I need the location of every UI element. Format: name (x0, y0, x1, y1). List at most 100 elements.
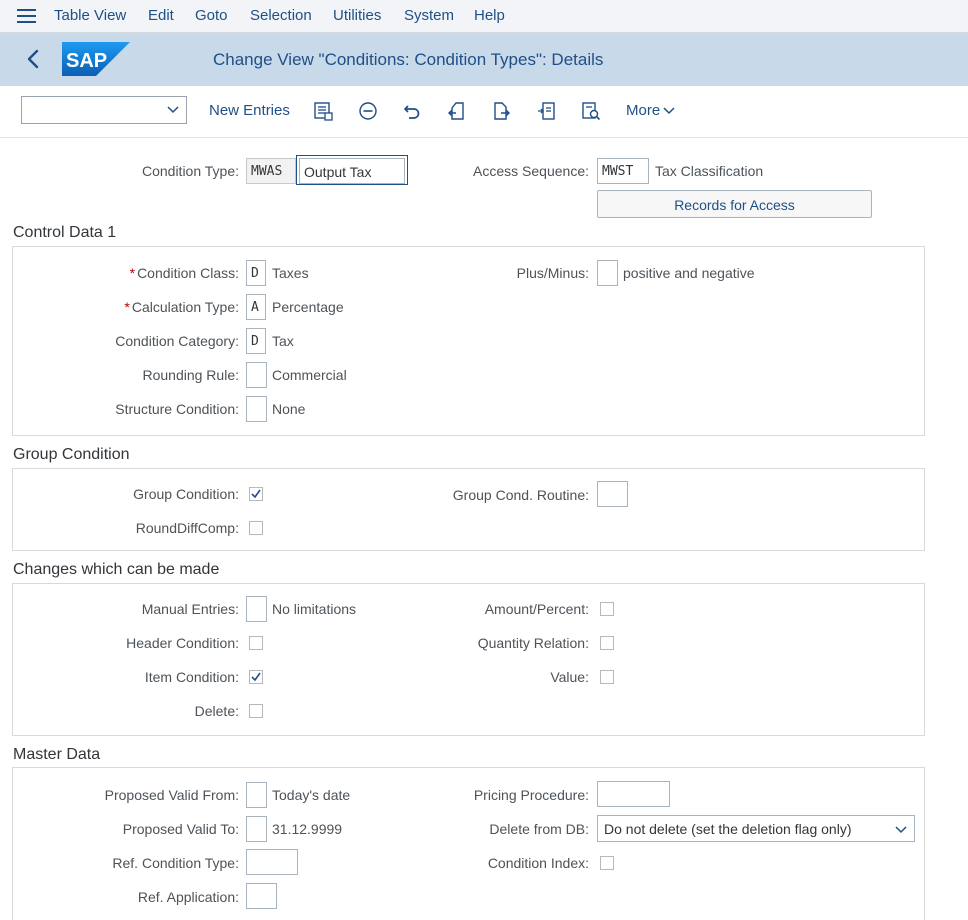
header-condition-label: Header Condition: (126, 635, 239, 651)
previous-entry-icon[interactable] (446, 100, 468, 122)
required-marker: * (124, 299, 130, 315)
header-condition-checkbox[interactable] (249, 636, 263, 650)
delete-label: Delete: (194, 703, 239, 719)
condition-type-code-field: MWAS (246, 158, 296, 184)
section-title-master-data: Master Data (13, 746, 101, 763)
calculation-type-label: * Calculation Type: (124, 299, 239, 315)
menu-edit[interactable]: Edit (148, 7, 174, 24)
condition-type-label: Condition Type: (141, 163, 239, 179)
menu-selection[interactable]: Selection (250, 7, 312, 24)
structure-condition-label: Structure Condition: (115, 401, 239, 417)
pricing-procedure-field[interactable] (597, 781, 670, 807)
ref-condition-type-label: Ref. Condition Type: (112, 855, 239, 871)
condition-index-label: Condition Index: (487, 855, 589, 871)
condition-index-checkbox[interactable] (600, 856, 614, 870)
ref-condition-type-field[interactable] (246, 849, 298, 875)
proposed-valid-to-description: 31.12.9999 (272, 821, 343, 837)
menu-bar: Table View Edit Goto Selection Utilities… (0, 0, 968, 33)
structure-condition-field[interactable] (246, 396, 267, 422)
group-cond-routine-field[interactable] (597, 481, 628, 507)
access-sequence-description: Tax Classification (655, 163, 764, 179)
proposed-valid-to-label: Proposed Valid To: (122, 821, 239, 837)
menu-system[interactable]: System (404, 7, 454, 24)
plus-minus-label: Plus/Minus: (516, 265, 589, 281)
menu-help[interactable]: Help (474, 7, 505, 24)
value-label: Value: (550, 669, 589, 685)
svg-text:SAP: SAP (66, 50, 107, 72)
ref-application-field[interactable] (246, 883, 277, 909)
structure-condition-description: None (272, 401, 306, 417)
proposed-valid-from-label: Proposed Valid From: (104, 787, 239, 803)
condition-class-field[interactable]: D (246, 260, 266, 286)
condition-class-description: Taxes (272, 265, 309, 281)
page-title: Change View "Conditions: Condition Types… (213, 50, 604, 69)
undo-icon[interactable] (401, 100, 423, 122)
chevron-down-icon (663, 107, 675, 115)
more-button[interactable]: More (626, 102, 675, 119)
toolbar: New Entries More (0, 86, 968, 138)
rounding-rule-description: Commercial (272, 367, 347, 383)
round-diff-comp-label: RoundDiffComp: (135, 520, 239, 536)
manual-entries-label: Manual Entries: (141, 601, 239, 617)
section-box-group-condition (12, 468, 925, 551)
group-condition-label: Group Condition: (133, 486, 239, 502)
hamburger-menu-icon[interactable] (17, 9, 36, 23)
title-bar: SAP Change View "Conditions: Condition T… (0, 33, 968, 86)
calculation-type-description: Percentage (272, 299, 344, 315)
back-arrow-icon[interactable] (22, 47, 46, 71)
plus-minus-field[interactable] (597, 260, 618, 286)
toolbar-dropdown[interactable] (21, 96, 187, 124)
condition-category-field[interactable]: D (246, 328, 266, 354)
chevron-down-icon (895, 826, 907, 834)
amount-percent-checkbox[interactable] (600, 602, 614, 616)
item-condition-checkbox[interactable] (249, 670, 263, 684)
menu-utilities[interactable]: Utilities (333, 7, 381, 24)
pricing-procedure-label: Pricing Procedure: (473, 787, 589, 803)
save-list-icon[interactable] (312, 100, 334, 122)
manual-entries-field[interactable] (246, 596, 267, 622)
section-title-control-data: Control Data 1 (13, 224, 117, 241)
rounding-rule-field[interactable] (246, 362, 267, 388)
calculation-type-field[interactable]: A (246, 294, 266, 320)
menu-table-view[interactable]: Table View (54, 7, 126, 24)
proposed-valid-to-field[interactable] (246, 816, 267, 842)
delete-from-db-dropdown[interactable]: Do not delete (set the deletion flag onl… (597, 815, 915, 842)
checkmark-icon (251, 489, 261, 499)
condition-category-description: Tax (272, 333, 294, 349)
quantity-relation-checkbox[interactable] (600, 636, 614, 650)
delete-from-db-label: Delete from DB: (489, 821, 589, 837)
chevron-down-icon (167, 106, 179, 114)
proposed-valid-from-field[interactable] (246, 782, 267, 808)
access-sequence-field[interactable]: MWST (597, 158, 649, 184)
quantity-relation-label: Quantity Relation: (477, 635, 589, 651)
group-condition-checkbox[interactable] (249, 487, 263, 501)
amount-percent-label: Amount/Percent: (484, 601, 589, 617)
section-title-group-condition: Group Condition (13, 446, 130, 463)
search-list-icon[interactable] (580, 100, 602, 122)
checkmark-icon (251, 672, 261, 682)
minus-circle-icon[interactable] (357, 100, 379, 122)
condition-class-label: * Condition Class: (129, 265, 239, 281)
focus-indicator (296, 155, 408, 185)
manual-entries-description: No limitations (272, 601, 357, 617)
item-condition-label: Item Condition: (144, 669, 239, 685)
required-marker: * (129, 265, 136, 281)
condition-category-label: Condition Category: (115, 333, 239, 349)
menu-goto[interactable]: Goto (195, 7, 228, 24)
ref-application-label: Ref. Application: (137, 889, 239, 905)
select-all-icon[interactable] (535, 100, 557, 122)
records-for-access-button[interactable]: Records for Access (597, 190, 872, 218)
sap-logo: SAP (62, 42, 130, 76)
new-entries-button[interactable]: New Entries (209, 102, 290, 119)
group-cond-routine-label: Group Cond. Routine: (452, 487, 589, 503)
section-title-changes: Changes which can be made (13, 561, 220, 578)
value-checkbox[interactable] (600, 670, 614, 684)
rounding-rule-label: Rounding Rule: (142, 367, 239, 383)
delete-from-db-value: Do not delete (set the deletion flag onl… (604, 821, 852, 837)
round-diff-comp-checkbox[interactable] (249, 521, 263, 535)
next-entry-icon[interactable] (490, 100, 512, 122)
delete-checkbox[interactable] (249, 704, 263, 718)
access-sequence-label: Access Sequence: (473, 163, 589, 179)
plus-minus-description: positive and negative (623, 265, 755, 281)
proposed-valid-from-description: Today's date (272, 787, 351, 803)
